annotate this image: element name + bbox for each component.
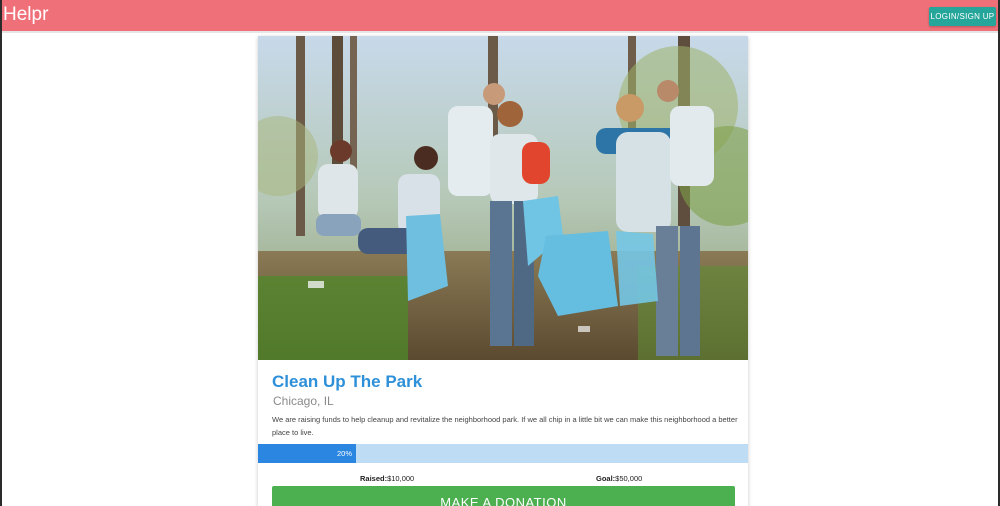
campaign-description: We are raising funds to help cleanup and… xyxy=(272,415,738,437)
brand-logo[interactable]: Helpr xyxy=(3,4,48,26)
funding-progress-label: 20% xyxy=(336,449,352,458)
goal-label: Goal: xyxy=(596,474,616,483)
raised-label: Raised: xyxy=(360,474,388,483)
funding-progress-fill: 20% xyxy=(258,444,356,463)
campaign-title: Clean Up The Park xyxy=(272,372,423,391)
campaign-location: Chicago, IL xyxy=(273,394,334,408)
login-signup-button[interactable]: LOGIN/SIGN UP xyxy=(929,7,996,26)
funding-progress-bar: 20% xyxy=(258,444,748,463)
campaign-hero-image xyxy=(258,36,748,360)
raised-value: $10,000 xyxy=(387,474,415,483)
make-donation-button[interactable]: MAKE A DONATION xyxy=(272,486,735,506)
raised-amount: Raised:$10,000 xyxy=(360,474,414,483)
goal-value: $50,000 xyxy=(615,474,643,483)
park-cleanup-photo xyxy=(258,36,748,360)
campaign-card: Clean Up The Park Chicago, IL We are rai… xyxy=(258,36,748,506)
goal-amount: Goal:$50,000 xyxy=(596,474,642,483)
top-navbar: Helpr LOGIN/SIGN UP xyxy=(2,0,998,33)
